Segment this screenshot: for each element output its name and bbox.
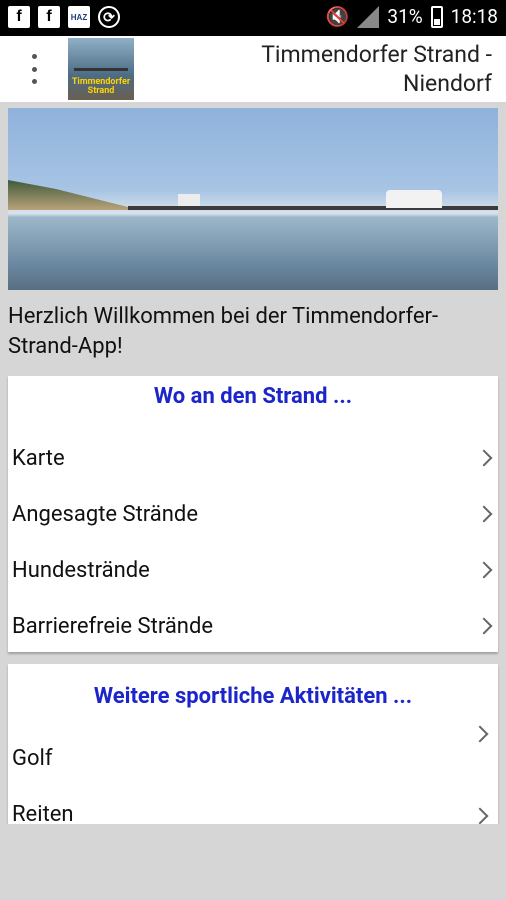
sync-icon: ⟳ [98,6,120,28]
section-beach: Wo an den Strand ... Karte Angesagte Str… [8,376,498,652]
chevron-right-icon [475,561,493,579]
section-sport: Weitere sportliche Aktivitäten ... Golf … [8,664,498,824]
chevron-right-icon[interactable] [471,725,489,743]
chevron-right-icon [475,505,493,523]
list-item-angesagte-straende[interactable]: Angesagte Strände [8,490,498,546]
list-item-label: Karte [12,446,65,471]
chevron-right-icon[interactable] [471,807,489,824]
facebook-icon: f [38,6,60,28]
page-title: Timmendorfer Strand - Niendorf [261,41,492,97]
list-item-barrierefreie-straende[interactable]: Barrierefreie Strände [8,602,498,658]
signal-icon [357,5,380,28]
main-content[interactable]: Herzlich Willkommen bei der Timmendorfer… [0,102,506,824]
list-item-label: Hundestrände [12,558,150,583]
pier-graphic [74,68,128,71]
dot-icon [31,79,37,84]
list-item-hundestraende[interactable]: Hundestrände [8,546,498,602]
section-title: Wo an den Strand ... [153,384,353,409]
hero-image-beach-pier [8,108,498,290]
dot-icon [31,54,37,59]
list-item-label: Angesagte Strände [12,502,198,527]
app-bar: Timmendorfer Strand Timmendorfer Strand … [0,36,506,102]
building [178,194,200,206]
clock: 18:18 [450,5,498,28]
mute-icon: 🔇 [325,5,350,28]
list-item-karte[interactable]: Karte [8,434,498,490]
dot-icon [31,66,37,72]
battery-percent: 31% [387,5,423,28]
section-title: Weitere sportliche Aktivitäten ... [93,684,413,709]
pier-pavilion [386,190,442,208]
list-item-reiten[interactable]: Reiten [12,802,74,824]
facebook-icon: f [8,6,30,28]
app-logo[interactable]: Timmendorfer Strand [68,38,134,100]
logo-text: Timmendorfer Strand [71,77,131,96]
chevron-right-icon [475,617,493,635]
pier [128,206,498,210]
welcome-text: Herzlich Willkommen bei der Timmendorfer… [8,304,439,359]
list-item-golf[interactable]: Golf [12,746,53,771]
list-item-label: Barrierefreie Strände [12,614,214,639]
status-bar: f f HAZ ⟳ 🔇 31% 18:18 [0,0,506,36]
overflow-menu-button[interactable] [22,54,46,84]
battery-icon [430,5,443,28]
shoreline [8,180,128,210]
haz-app-icon: HAZ [68,6,90,28]
chevron-right-icon [475,449,493,467]
